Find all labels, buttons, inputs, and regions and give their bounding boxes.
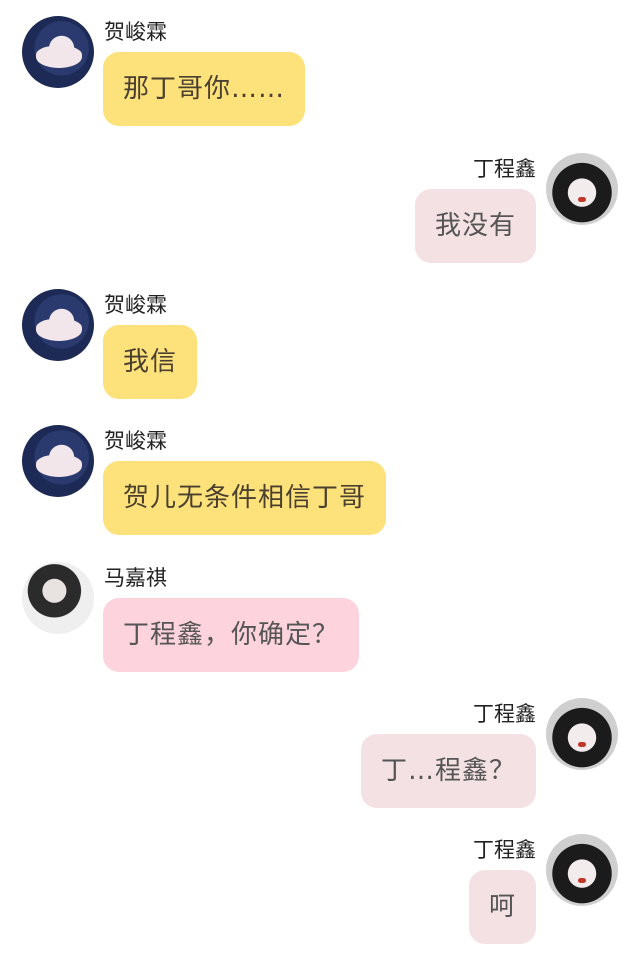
message-bubble[interactable]: 丁…程鑫？	[360, 734, 536, 808]
avatar[interactable]	[22, 16, 94, 88]
message-row: 贺峻霖 贺儿无条件相信丁哥	[0, 425, 640, 555]
avatar[interactable]	[546, 698, 618, 770]
avatar[interactable]	[22, 562, 94, 634]
sender-name: 丁程鑫	[473, 838, 536, 862]
message-row: 丁程鑫 丁…程鑫？	[0, 698, 640, 828]
sender-name: 贺峻霖	[104, 20, 167, 44]
message-row: 马嘉祺 丁程鑫，你确定？	[0, 562, 640, 692]
message-bubble[interactable]: 贺儿无条件相信丁哥	[103, 461, 387, 535]
sender-name: 丁程鑫	[473, 702, 536, 726]
sender-name: 贺峻霖	[104, 293, 167, 317]
message-bubble[interactable]: 那丁哥你……	[103, 52, 306, 126]
avatar[interactable]	[22, 289, 94, 361]
avatar[interactable]	[546, 153, 618, 225]
message-row: 贺峻霖 我信	[0, 289, 640, 419]
message-bubble[interactable]: 我信	[103, 325, 198, 399]
message-row: 丁程鑫 呵	[0, 834, 640, 964]
message-bubble[interactable]: 我没有	[414, 189, 536, 263]
message-row: 贺峻霖 那丁哥你……	[0, 16, 640, 146]
avatar[interactable]	[22, 425, 94, 497]
message-bubble[interactable]: 呵	[468, 870, 536, 944]
sender-name: 马嘉祺	[104, 566, 167, 590]
sender-name: 贺峻霖	[104, 429, 167, 453]
message-row: 丁程鑫 我没有	[0, 153, 640, 283]
avatar[interactable]	[546, 834, 618, 906]
sender-name: 丁程鑫	[473, 157, 536, 181]
message-bubble[interactable]: 丁程鑫，你确定？	[103, 598, 360, 672]
